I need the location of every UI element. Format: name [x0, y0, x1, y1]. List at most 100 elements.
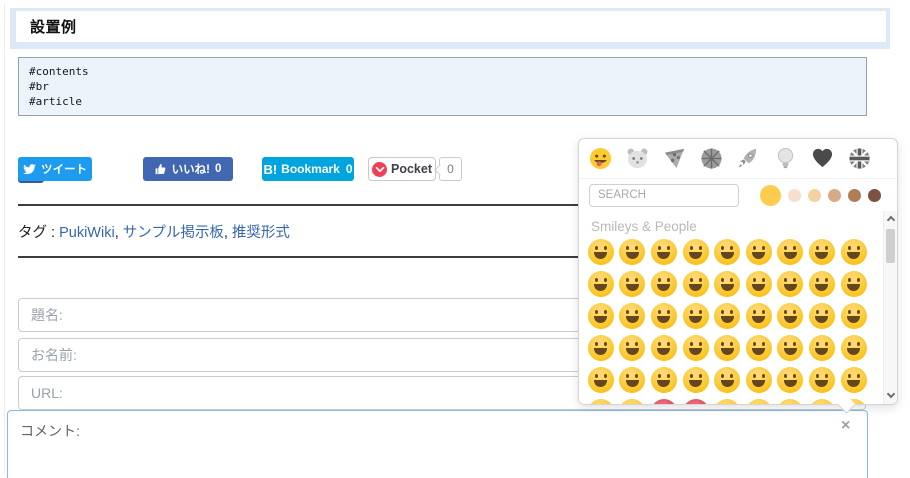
tag-link[interactable]: PukiWiki	[59, 225, 115, 241]
emoji-search-input[interactable]	[589, 183, 739, 207]
page-title: 設置例	[16, 11, 886, 42]
emoji-cell[interactable]	[777, 239, 804, 265]
skin-tone-dot[interactable]	[808, 188, 821, 202]
skin-tone-picker	[760, 184, 887, 206]
category-activity-icon[interactable]	[699, 147, 723, 171]
tag-link[interactable]: サンプル掲示板	[123, 225, 224, 241]
emoji-cell[interactable]	[682, 367, 709, 393]
emoji-cell[interactable]	[777, 335, 804, 361]
emoji-cell[interactable]	[745, 271, 772, 297]
scrollbar[interactable]	[883, 211, 897, 404]
hatena-bookmark-button[interactable]: B! Bookmark 0	[262, 157, 354, 181]
hatena-count: 0	[345, 162, 353, 176]
emoji-cell[interactable]	[650, 271, 677, 297]
emoji-cell[interactable]	[650, 239, 677, 265]
scrollbar-thumb[interactable]	[886, 229, 895, 263]
comment-textarea[interactable]	[7, 410, 868, 478]
pocket-button[interactable]: Pocket	[368, 157, 436, 181]
pocket-count-bubble: 0	[439, 157, 462, 181]
emoji-cell[interactable]	[745, 399, 772, 404]
emoji-cell[interactable]	[587, 399, 614, 404]
skin-tone-dot[interactable]	[848, 188, 861, 202]
category-smileys-icon[interactable]	[588, 147, 612, 171]
emoji-cell[interactable]	[840, 271, 867, 297]
emoji-cell[interactable]	[808, 335, 835, 361]
emoji-cell[interactable]	[619, 239, 646, 265]
emoji-cell[interactable]	[745, 335, 772, 361]
scroll-up-icon[interactable]	[886, 215, 896, 225]
like-count: 0	[214, 163, 222, 175]
skin-tone-dot[interactable]	[868, 188, 881, 202]
emoji-cell[interactable]	[808, 239, 835, 265]
emoji-grid	[585, 236, 897, 404]
emoji-cell[interactable]	[840, 367, 867, 393]
emoji-cell[interactable]	[714, 399, 741, 404]
emoji-cell[interactable]	[650, 367, 677, 393]
close-icon[interactable]: ×	[841, 417, 850, 435]
emoji-cell[interactable]	[745, 239, 772, 265]
emoji-cell[interactable]	[619, 399, 646, 404]
category-flags-icon[interactable]	[847, 147, 871, 171]
emoji-cell[interactable]	[777, 303, 804, 329]
tags-line: タグ : PukiWiki, サンプル掲示板, 推奨形式	[18, 221, 290, 242]
emoji-cell[interactable]	[682, 335, 709, 361]
emoji-cell[interactable]	[808, 367, 835, 393]
emoji-cell[interactable]	[682, 239, 709, 265]
emoji-cell[interactable]	[808, 303, 835, 329]
emoji-cell[interactable]	[619, 271, 646, 297]
emoji-cell[interactable]	[650, 303, 677, 329]
emoji-cell[interactable]	[745, 367, 772, 393]
emoji-cell[interactable]	[745, 303, 772, 329]
skin-tone-dot[interactable]	[760, 184, 781, 206]
section-heading: 設置例	[10, 8, 890, 49]
emoji-cell[interactable]	[714, 239, 741, 265]
emoji-cell[interactable]	[619, 303, 646, 329]
emoji-cell[interactable]	[714, 367, 741, 393]
emoji-cell[interactable]	[587, 367, 614, 393]
emoji-cell[interactable]	[650, 335, 677, 361]
scroll-down-icon[interactable]	[886, 389, 896, 400]
emoji-scroll-area: Smileys & People	[579, 211, 897, 404]
emoji-cell[interactable]	[714, 303, 741, 329]
emoji-category-bar	[579, 139, 897, 179]
hatena-b-icon: B!	[263, 161, 278, 177]
tweet-button[interactable]: ツイート	[18, 157, 92, 181]
emoji-cell[interactable]	[587, 271, 614, 297]
category-animals-icon[interactable]	[625, 147, 649, 171]
emoji-cell[interactable]	[777, 399, 804, 404]
category-symbols-icon[interactable]	[810, 147, 834, 171]
emoji-cell[interactable]	[777, 271, 804, 297]
emoji-cell[interactable]	[619, 335, 646, 361]
emoji-cell[interactable]	[777, 367, 804, 393]
tags-label: タグ :	[18, 225, 56, 241]
category-food-icon[interactable]	[662, 147, 686, 171]
emoji-cell[interactable]	[682, 399, 709, 404]
tag-link[interactable]: 推奨形式	[232, 225, 290, 241]
skin-tone-dot[interactable]	[828, 188, 841, 202]
tweet-label: ツイート	[41, 164, 87, 176]
skin-tone-dot[interactable]	[788, 188, 801, 202]
emoji-cell[interactable]	[587, 303, 614, 329]
category-travel-icon[interactable]	[736, 147, 760, 171]
code-line: #br	[29, 80, 49, 93]
emoji-cell[interactable]	[714, 271, 741, 297]
emoji-cell[interactable]	[714, 335, 741, 361]
tags-list: PukiWiki, サンプル掲示板, 推奨形式	[59, 225, 290, 241]
emoji-picker-panel: Smileys & People	[578, 138, 898, 414]
emoji-cell[interactable]	[840, 335, 867, 361]
emoji-cell[interactable]	[840, 303, 867, 329]
emoji-cell[interactable]	[840, 239, 867, 265]
emoji-cell[interactable]	[682, 303, 709, 329]
emoji-search-row	[579, 179, 897, 211]
emoji-cell[interactable]	[808, 399, 835, 404]
emoji-cell[interactable]	[587, 335, 614, 361]
emoji-cell[interactable]	[650, 399, 677, 404]
facebook-like-button[interactable]: いいね! 0	[143, 157, 233, 181]
pocket-label: Pocket	[391, 162, 432, 176]
emoji-cell[interactable]	[808, 271, 835, 297]
category-objects-icon[interactable]	[773, 147, 797, 171]
emoji-cell[interactable]	[587, 239, 614, 265]
emoji-cell[interactable]	[682, 271, 709, 297]
twitter-bird-icon	[23, 163, 36, 174]
emoji-cell[interactable]	[619, 367, 646, 393]
